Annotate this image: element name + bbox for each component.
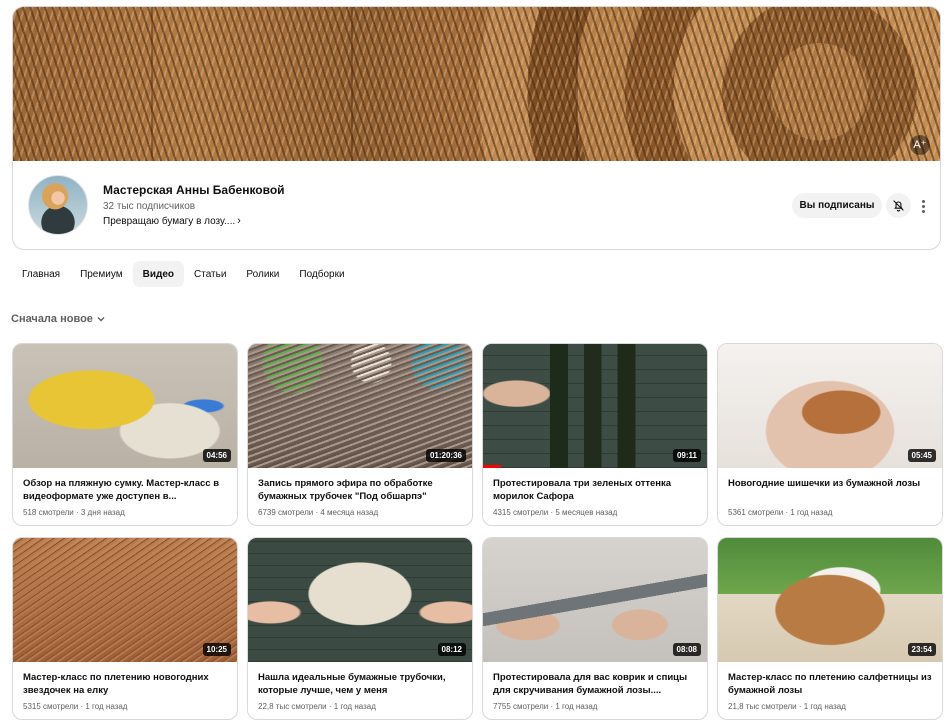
video-title[interactable]: Протестировала три зеленых оттенка морил… (493, 477, 699, 503)
tab-premium[interactable]: Премиум (70, 261, 133, 287)
video-duration: 23:54 (907, 643, 936, 656)
video-duration: 10:25 (202, 643, 231, 656)
video-title[interactable]: Мастер-класс по плетению новогодних звез… (23, 671, 229, 697)
video-duration: 09:11 (672, 449, 701, 462)
video-thumbnail[interactable]: 01:20:36 (248, 344, 472, 468)
video-thumbnail[interactable]: 04:56 (13, 344, 237, 468)
edit-banner-icon[interactable]: A⁺ (910, 135, 930, 155)
banner-seam (151, 7, 153, 161)
tab-shorts[interactable]: Ролики (236, 261, 289, 287)
sort-dropdown[interactable]: Сначала новое (11, 313, 106, 325)
video-meta: 518 смотрели · 3 дня назад (23, 508, 125, 517)
video-thumbnail[interactable]: 23:54 (718, 538, 942, 662)
video-thumbnail[interactable]: 10:25 (13, 538, 237, 662)
video-card[interactable]: 05:45 Новогодние шишечки из бумажной лозы… (717, 343, 943, 526)
video-card[interactable]: 08:08 Протестировала для вас коврик и спи… (482, 537, 708, 720)
video-card[interactable]: 01:20:36 Запись прямого эфира по обработк… (247, 343, 473, 526)
subscriber-count: 32 тыс подписчиков (103, 201, 196, 212)
video-title[interactable]: Нашла идеальные бумажные трубочки, котор… (258, 671, 464, 697)
tab-collections[interactable]: Подборки (289, 261, 354, 287)
chevron-down-icon (97, 317, 105, 322)
channel-avatar[interactable] (28, 175, 88, 235)
video-card[interactable]: 10:25 Мастер-класс по плетению новогодних… (12, 537, 238, 720)
video-meta: 6739 смотрели · 4 месяца назад (258, 508, 379, 517)
video-duration: 04:56 (202, 449, 231, 462)
video-title[interactable]: Протестировала для вас коврик и спицы дл… (493, 671, 699, 697)
banner-seam (351, 7, 353, 161)
video-thumbnail[interactable]: 08:12 (248, 538, 472, 662)
video-meta: 5315 смотрели · 1 год назад (23, 702, 128, 711)
notifications-off-button[interactable] (886, 193, 911, 218)
video-thumbnail[interactable]: 05:45 (718, 344, 942, 468)
channel-description[interactable]: Превращаю бумагу в лозу.... › (103, 215, 241, 227)
video-thumbnail[interactable]: 08:08 (483, 538, 707, 662)
channel-card: A⁺ Мастерская Анны Бабенковой 32 тыс под… (12, 6, 941, 250)
video-meta: 5361 смотрели · 1 год назад (728, 508, 833, 517)
watch-progress-bar (483, 465, 501, 468)
video-title[interactable]: Новогодние шишечки из бумажной лозы (728, 477, 934, 490)
video-meta: 21,8 тыс смотрели · 1 год назад (728, 702, 846, 711)
video-duration: 08:08 (672, 643, 701, 656)
more-options-icon[interactable] (918, 196, 928, 216)
video-title[interactable]: Мастер-класс по плетению салфетницы из б… (728, 671, 934, 697)
bell-off-icon (893, 200, 904, 212)
channel-name[interactable]: Мастерская Анны Бабенковой (103, 183, 285, 197)
tab-home[interactable]: Главная (12, 261, 70, 287)
video-duration: 01:20:36 (425, 449, 466, 462)
video-card[interactable]: 09:11 Протестировала три зеленых оттенка … (482, 343, 708, 526)
video-thumbnail[interactable]: 09:11 (483, 344, 707, 468)
video-duration: 05:45 (907, 449, 936, 462)
channel-banner: A⁺ (13, 7, 940, 161)
channel-description-text: Превращаю бумагу в лозу.... (103, 215, 236, 227)
channel-tabs: Главная Премиум Видео Статьи Ролики Подб… (12, 261, 355, 287)
video-title[interactable]: Обзор на пляжную сумку. Мастер-класс в в… (23, 477, 229, 503)
video-duration: 08:12 (437, 643, 466, 656)
chevron-right-icon: › (237, 215, 241, 227)
video-card[interactable]: 23:54 Мастер-класс по плетению салфетницы… (717, 537, 943, 720)
video-title[interactable]: Запись прямого эфира по обработке бумажн… (258, 477, 464, 503)
tab-videos[interactable]: Видео (132, 261, 184, 287)
video-meta: 7755 смотрели · 1 год назад (493, 702, 598, 711)
video-meta: 4315 смотрели · 5 месяцев назад (493, 508, 618, 517)
banner-seam (576, 7, 578, 161)
video-card[interactable]: 08:12 Нашла идеальные бумажные трубочки, … (247, 537, 473, 720)
video-meta: 22,8 тыс смотрели · 1 год назад (258, 702, 376, 711)
video-card[interactable]: 04:56 Обзор на пляжную сумку. Мастер-клас… (12, 343, 238, 526)
sort-label: Сначала новое (11, 313, 93, 325)
subscribed-button[interactable]: Вы подписаны (792, 193, 882, 218)
tab-articles[interactable]: Статьи (184, 261, 236, 287)
